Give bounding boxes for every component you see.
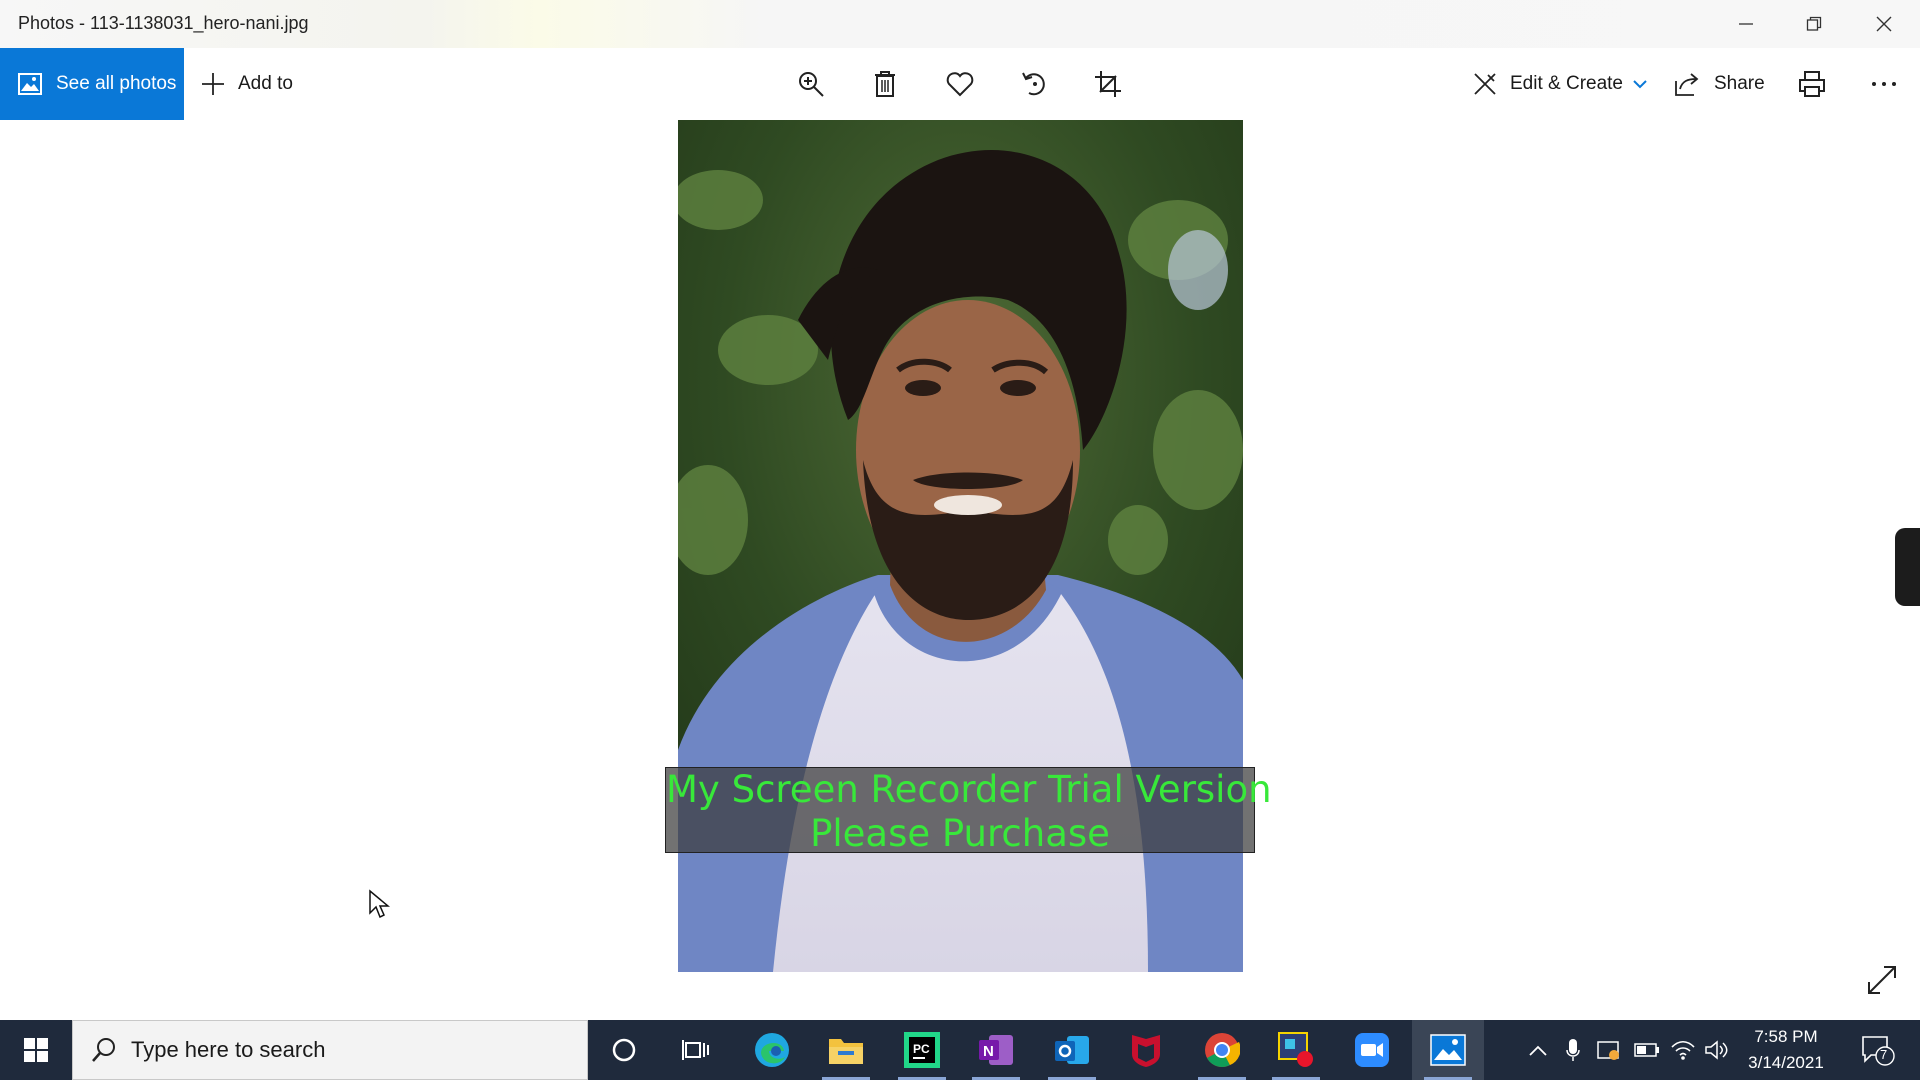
- toolbar: See all photos Add to Edit & Create Shar…: [0, 48, 1920, 120]
- microphone-tray[interactable]: [1558, 1020, 1588, 1080]
- print-button[interactable]: [1794, 66, 1830, 102]
- pycharm-button[interactable]: PC: [886, 1020, 958, 1080]
- outlook-icon: [1055, 1036, 1089, 1064]
- chevron-up-icon: [1529, 1045, 1547, 1056]
- photos-app-icon: [1430, 1034, 1466, 1066]
- notification-icon: [1862, 1036, 1895, 1066]
- see-all-photos-button[interactable]: See all photos: [0, 48, 184, 120]
- mcafee-button[interactable]: [1110, 1020, 1182, 1080]
- zoom-in-icon: [799, 72, 824, 97]
- side-panel-handle[interactable]: [1895, 528, 1920, 606]
- share-label: Share: [1714, 73, 1765, 94]
- full-screen-button[interactable]: [1866, 964, 1898, 1001]
- windows-icon: [24, 1038, 48, 1062]
- favorite-button[interactable]: [942, 66, 978, 102]
- delete-button[interactable]: [867, 66, 903, 102]
- task-view-icon: [682, 1040, 709, 1060]
- file-explorer-button[interactable]: [810, 1020, 882, 1080]
- svg-text:N: N: [983, 1043, 994, 1060]
- clock-date: 3/14/2021: [1748, 1053, 1824, 1072]
- outlook-button[interactable]: [1036, 1020, 1108, 1080]
- cortana-icon: [612, 1038, 636, 1062]
- volume-icon: [1705, 1040, 1728, 1060]
- svg-text:PC: PC: [913, 1042, 930, 1056]
- add-to-button[interactable]: Add to: [200, 48, 293, 120]
- crop-button[interactable]: [1090, 66, 1126, 102]
- edit-create-button[interactable]: Edit & Create: [1472, 48, 1647, 120]
- battery-tray[interactable]: [1630, 1020, 1664, 1080]
- edge-icon: [755, 1033, 789, 1067]
- window-title: Photos - 113-1138031_hero-nani.jpg: [18, 13, 309, 33]
- search-placeholder: Type here to search: [131, 1037, 326, 1062]
- favorite-icon: [946, 72, 974, 97]
- trial-watermark: My Screen Recorder Trial Version Please …: [665, 767, 1272, 855]
- share-button[interactable]: Share: [1674, 48, 1765, 120]
- add-to-label: Add to: [238, 73, 293, 94]
- volume-tray[interactable]: [1700, 1020, 1734, 1080]
- watermark-line-1: My Screen Recorder Trial Version: [666, 768, 1272, 811]
- minimize-icon: [1739, 23, 1753, 25]
- rotate-button[interactable]: [1016, 66, 1052, 102]
- update-tray[interactable]: [1592, 1020, 1626, 1080]
- wifi-tray[interactable]: [1666, 1020, 1700, 1080]
- onenote-icon: N: [979, 1035, 1013, 1065]
- chevron-down-icon: [1633, 80, 1647, 89]
- photos-icon: [18, 73, 42, 95]
- screen-recorder-button[interactable]: [1260, 1020, 1332, 1080]
- battery-icon: [1634, 1043, 1659, 1057]
- plus-icon: [202, 73, 224, 95]
- close-button[interactable]: [1850, 0, 1918, 48]
- edit-create-label: Edit & Create: [1510, 73, 1623, 94]
- minimize-button[interactable]: [1712, 0, 1780, 48]
- chrome-button[interactable]: [1186, 1020, 1258, 1080]
- update-icon: [1597, 1041, 1619, 1060]
- expand-icon: [1868, 966, 1896, 994]
- zoom-button[interactable]: [1336, 1020, 1408, 1080]
- notification-count: 7: [1880, 1047, 1888, 1062]
- screen-recorder-icon: [1278, 1032, 1313, 1067]
- onenote-button[interactable]: N: [960, 1020, 1032, 1080]
- more-button[interactable]: [1866, 66, 1902, 102]
- taskbar: Type here to search PC N 7:58 PM 3/14/20…: [0, 1020, 1920, 1080]
- title-bar: Photos - 113-1138031_hero-nani.jpg: [0, 0, 1920, 48]
- zoom-icon: [1355, 1033, 1389, 1067]
- clock[interactable]: 7:58 PM 3/14/2021: [1732, 1020, 1840, 1080]
- edit-create-icon: [1474, 73, 1496, 95]
- pycharm-icon: PC: [904, 1032, 940, 1068]
- action-center-button[interactable]: 7: [1848, 1020, 1908, 1080]
- chrome-icon: [1205, 1033, 1240, 1067]
- see-all-photos-label: See all photos: [56, 73, 177, 94]
- close-icon: [1876, 16, 1892, 32]
- print-icon: [1799, 71, 1825, 97]
- share-icon: [1675, 73, 1699, 96]
- cortana-button[interactable]: [588, 1020, 660, 1080]
- clock-time: 7:58 PM: [1754, 1027, 1818, 1046]
- rotate-icon: [1022, 72, 1045, 96]
- task-view-button[interactable]: [660, 1020, 732, 1080]
- crop-icon: [1095, 71, 1121, 97]
- photos-button[interactable]: [1412, 1020, 1484, 1080]
- microphone-icon: [1566, 1039, 1580, 1061]
- restore-icon: [1806, 16, 1822, 31]
- search-icon: [92, 1038, 115, 1062]
- restore-button[interactable]: [1780, 0, 1848, 48]
- show-hidden-icons-button[interactable]: [1522, 1020, 1554, 1080]
- mcafee-icon: [1132, 1035, 1160, 1067]
- mouse-cursor-icon: [368, 889, 391, 924]
- wifi-icon: [1671, 1040, 1695, 1060]
- taskbar-search-box[interactable]: Type here to search: [72, 1020, 588, 1080]
- zoom-in-button[interactable]: [793, 66, 829, 102]
- more-icon: [1872, 82, 1896, 86]
- delete-icon: [875, 71, 895, 97]
- watermark-line-2: Please Purchase: [810, 812, 1110, 855]
- file-explorer-icon: [829, 1039, 863, 1064]
- start-button[interactable]: [0, 1020, 72, 1080]
- edge-button[interactable]: [736, 1020, 808, 1080]
